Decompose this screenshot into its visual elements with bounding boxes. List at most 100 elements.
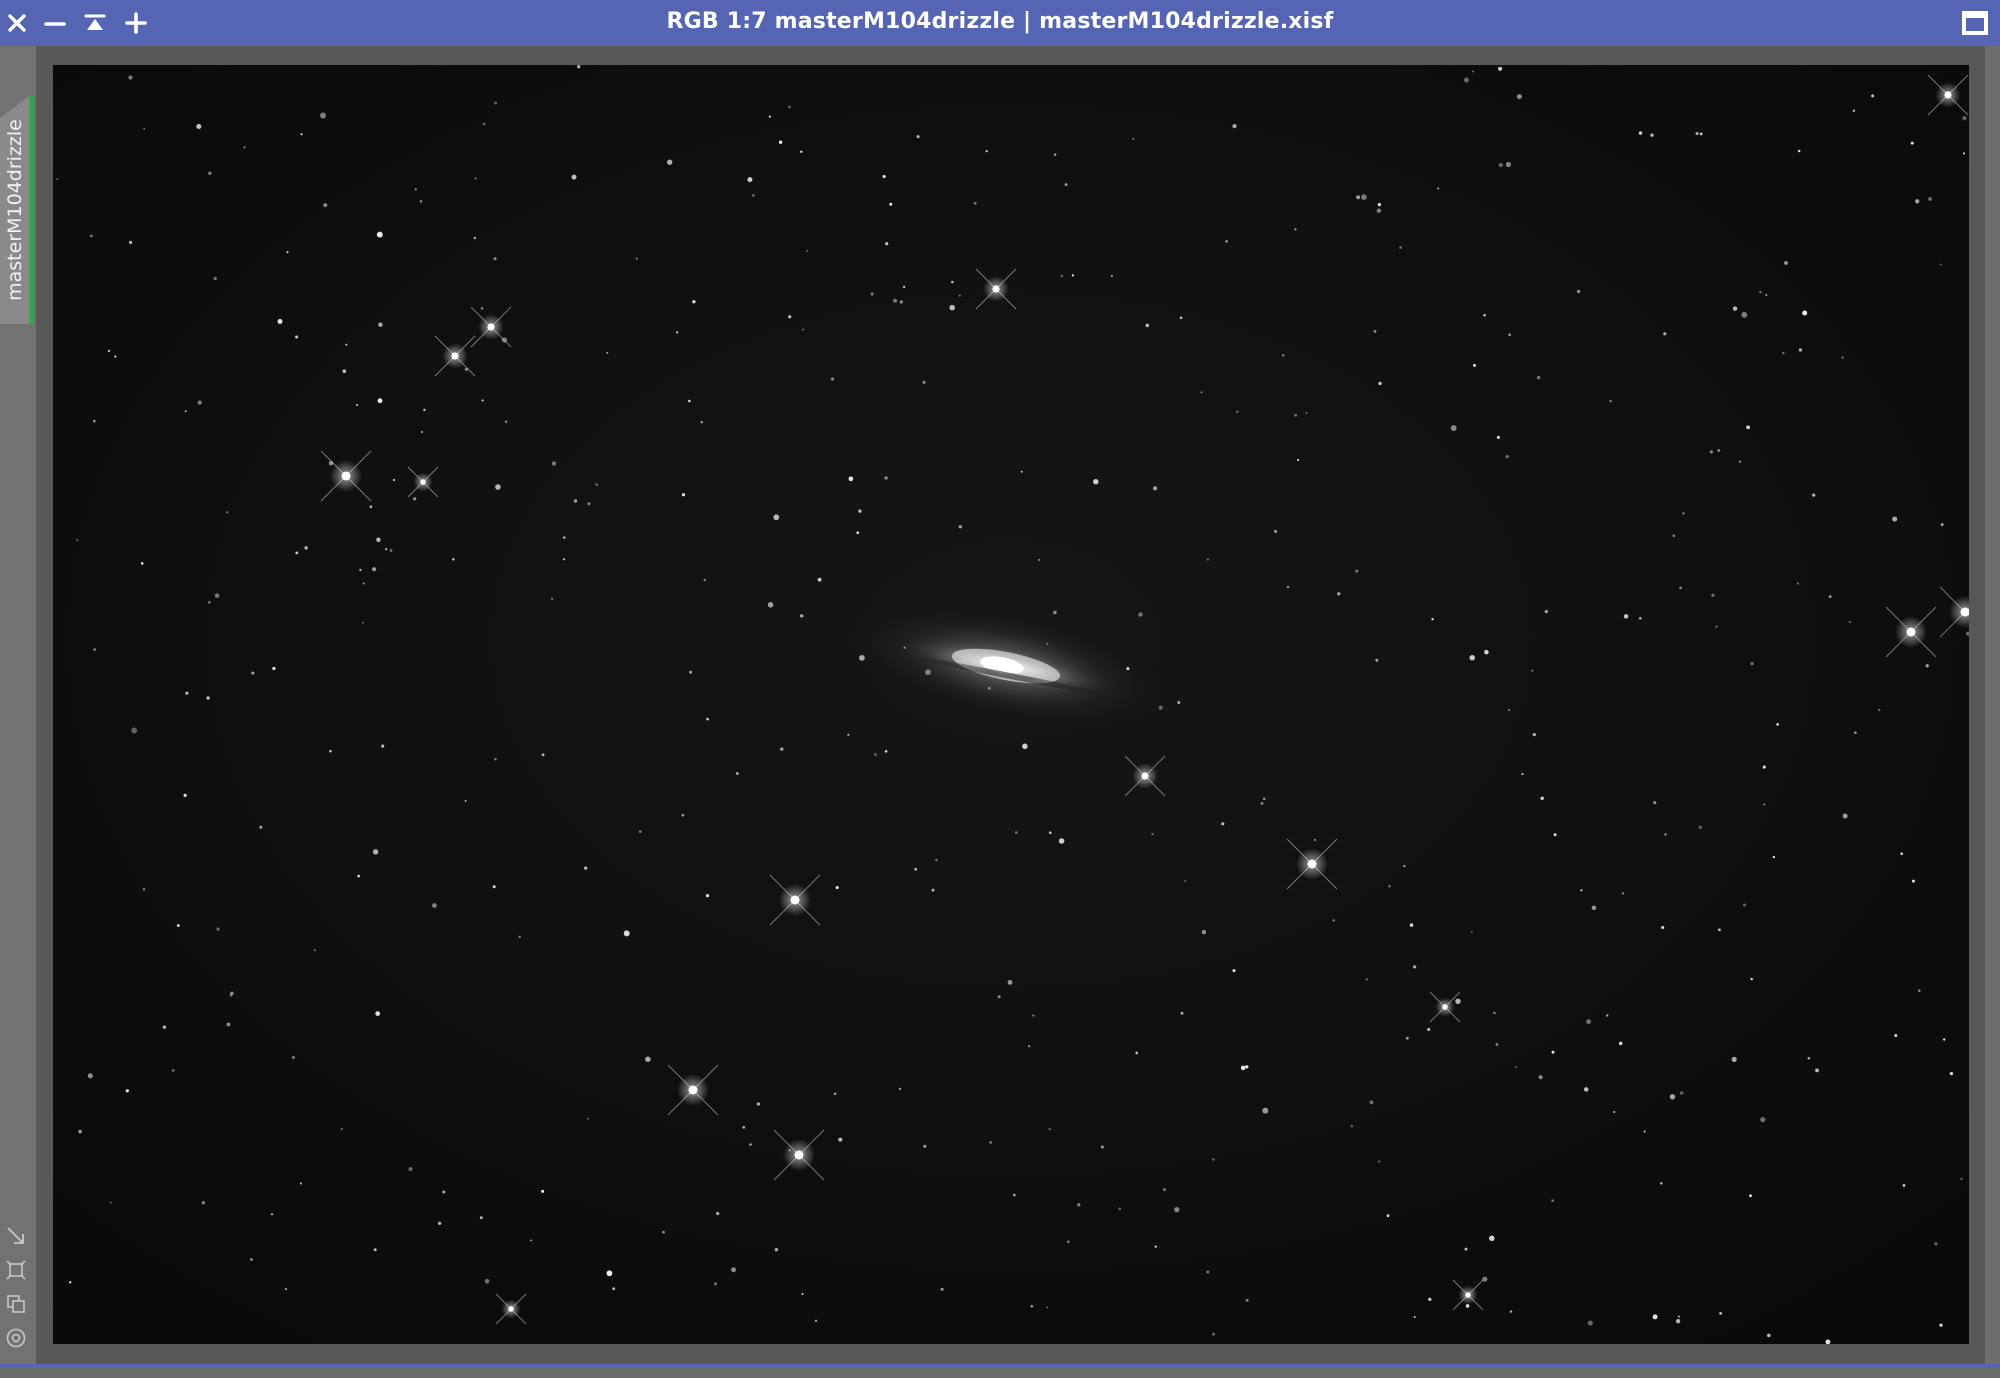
star (369, 505, 373, 509)
star (1373, 329, 1377, 333)
shade-button[interactable] (78, 7, 112, 39)
resize-icon (5, 1225, 27, 1251)
star (1509, 1310, 1513, 1313)
star (92, 419, 96, 423)
star (1505, 454, 1509, 459)
star (1586, 1019, 1592, 1025)
image-viewport[interactable] (53, 65, 1969, 1344)
star (413, 497, 417, 501)
star (1934, 1242, 1938, 1246)
star (989, 1140, 993, 1144)
star (662, 1231, 665, 1234)
star (1032, 1014, 1035, 1017)
star (705, 893, 710, 898)
star (623, 930, 630, 937)
star (1763, 803, 1766, 806)
star (375, 1011, 381, 1016)
star (835, 885, 839, 890)
star (1784, 261, 1788, 265)
star (1798, 149, 1801, 153)
star (1064, 183, 1068, 187)
window-bottom-edge[interactable] (0, 1364, 2000, 1378)
star (362, 582, 365, 585)
star (272, 666, 276, 671)
star (1464, 77, 1469, 83)
star (76, 539, 79, 542)
star (1660, 1182, 1663, 1185)
star (778, 140, 783, 144)
star (56, 178, 59, 181)
star (806, 249, 809, 252)
star (1650, 133, 1654, 137)
resize-button[interactable] (4, 1226, 28, 1250)
star (1100, 1145, 1104, 1149)
star (356, 404, 359, 407)
image-window: RGB 1:7 masterM104drizzle | masterM104dr… (0, 0, 2000, 1378)
star (78, 1129, 82, 1134)
star (376, 537, 381, 543)
star (1699, 132, 1703, 136)
star (492, 885, 496, 889)
star (286, 251, 289, 254)
star (1711, 593, 1715, 597)
star (216, 927, 220, 931)
window-right-edge[interactable] (1985, 46, 2000, 1364)
clone-icon (5, 1293, 27, 1319)
star (1471, 70, 1475, 73)
star (270, 1213, 274, 1216)
star (473, 236, 477, 240)
star (1551, 1050, 1555, 1054)
star (1413, 1316, 1416, 1318)
star (1386, 1214, 1390, 1218)
star (1014, 831, 1018, 834)
minimize-button[interactable] (38, 7, 72, 39)
star (373, 1248, 377, 1252)
star (1540, 796, 1544, 800)
star (362, 621, 365, 624)
star (595, 483, 599, 486)
star (1910, 141, 1914, 145)
maximize-button[interactable] (1960, 9, 1990, 37)
star (1378, 1160, 1381, 1163)
star (1053, 610, 1057, 615)
star (1719, 1311, 1723, 1315)
star (1151, 833, 1154, 836)
close-button[interactable] (0, 7, 34, 39)
star (638, 830, 642, 833)
star (681, 493, 686, 497)
star (997, 995, 1001, 999)
star (1621, 892, 1625, 895)
star (692, 300, 696, 304)
star (1812, 493, 1816, 497)
star (1375, 658, 1379, 662)
star (949, 304, 955, 311)
preview-target-button[interactable] (4, 1328, 28, 1352)
star (1538, 1075, 1543, 1080)
star (295, 551, 299, 555)
star (197, 400, 202, 405)
star (1206, 1270, 1210, 1274)
view-tab[interactable]: masterM104drizzle (0, 96, 33, 324)
zoom-in-button[interactable] (119, 7, 153, 39)
star (1732, 306, 1738, 311)
title-bar[interactable]: RGB 1:7 masterM104drizzle | masterM104dr… (0, 0, 2000, 47)
star (162, 1025, 167, 1029)
star (882, 174, 886, 179)
star (788, 315, 792, 319)
star (1378, 381, 1382, 386)
star (885, 242, 889, 246)
star (681, 813, 685, 817)
star (128, 240, 133, 245)
star (584, 866, 588, 870)
star (1765, 293, 1768, 297)
star (357, 874, 360, 878)
maximize-icon (1960, 11, 1990, 41)
star (847, 733, 850, 736)
clone-view-button[interactable] (4, 1294, 28, 1318)
star (206, 696, 210, 700)
star (1022, 743, 1028, 750)
star (1521, 773, 1524, 776)
fit-view-button[interactable] (4, 1260, 28, 1284)
star (185, 691, 189, 695)
star (1731, 1056, 1737, 1062)
